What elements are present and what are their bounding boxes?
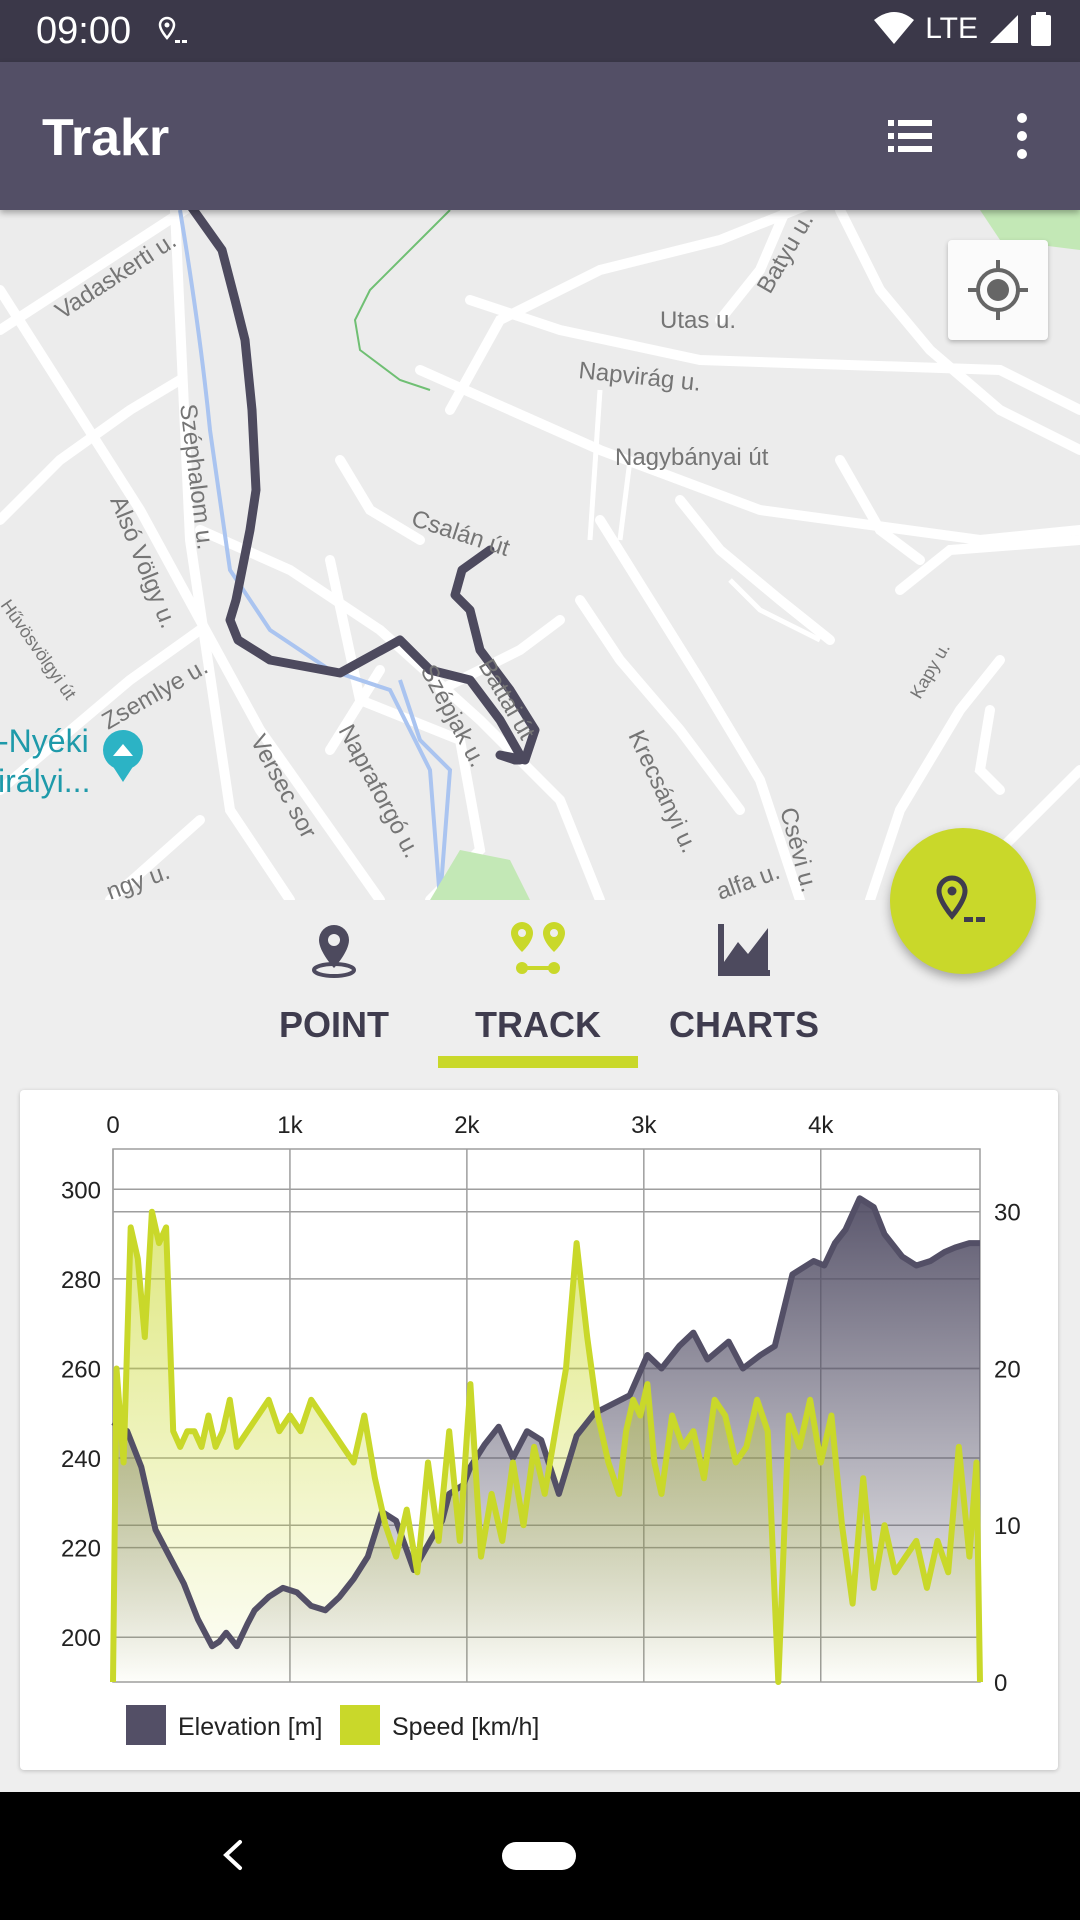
elevation-speed-chart: 0 1k 2k 3k 4k 300 280 260 240 220 200 30 20 10 0 Elevat… <box>61 1112 1021 1745</box>
tab-track[interactable]: TRACK <box>438 900 638 1068</box>
list-icon <box>888 120 932 152</box>
svg-text:Kapy u.: Kapy u. <box>906 639 954 702</box>
signal-icon <box>990 15 1018 43</box>
svg-text:ngy u.: ngy u. <box>103 858 174 900</box>
bottom-panel: POINT TRACK CHARTS 0 1k 2k 3k 4k 300 280 260 240… <box>0 900 1080 1792</box>
my-location-icon <box>968 260 1028 320</box>
legend-label-speed: Speed [km/h] <box>392 1713 539 1741</box>
tab-label: TRACK <box>475 1004 601 1045</box>
tab-label: CHARTS <box>669 1004 819 1045</box>
map-canvas: Vadaskerti u. Batyu u. Utas u. Napvirág … <box>0 210 1080 900</box>
location-marker-icon <box>936 875 985 922</box>
svg-text:Napraforgó u.: Napraforgó u. <box>333 720 426 862</box>
track-icon <box>511 922 565 974</box>
track-list-button[interactable] <box>880 106 940 166</box>
x-tick-label: 1k <box>277 1112 303 1139</box>
map-pin-icon <box>312 925 356 978</box>
y-left-tick-label: 240 <box>61 1446 101 1473</box>
y-left-tick-label: 220 <box>61 1536 101 1563</box>
add-point-fab[interactable] <box>890 828 1036 974</box>
legend-swatch-elevation <box>126 1705 166 1745</box>
svg-text:Utas u.: Utas u. <box>660 307 736 334</box>
svg-text:Nagybányai út: Nagybányai út <box>615 444 769 471</box>
y-left-tick-label: 300 <box>61 1177 101 1204</box>
y-right-tick-label: 20 <box>994 1356 1021 1383</box>
system-nav-bar <box>0 1792 1080 1920</box>
app-bar: Trakr <box>0 62 1080 210</box>
svg-text:-Nyéki: -Nyéki <box>0 723 89 759</box>
x-tick-label: 4k <box>808 1112 834 1139</box>
status-right: LTE <box>873 12 1052 46</box>
status-bar: 09:00 LTE <box>0 0 1080 62</box>
map-label: Vadaskerti u. <box>51 227 182 325</box>
svg-text:Hűvösvölgyi út: Hűvösvölgyi út <box>0 596 80 703</box>
more-vert-icon <box>1017 113 1027 159</box>
svg-text:irályi...: irályi... <box>0 763 90 799</box>
location-status-icon <box>158 16 188 51</box>
y-left-tick-label: 200 <box>61 1625 101 1652</box>
battery-icon <box>1031 12 1051 46</box>
active-tab-indicator <box>438 1056 638 1068</box>
svg-text:Szép­halom u.: Szép­halom u. <box>174 402 219 551</box>
y-left-tick-label: 260 <box>61 1356 101 1383</box>
svg-text:alfa u.: alfa u. <box>713 858 784 900</box>
network-type: LTE <box>925 12 978 45</box>
home-button[interactable] <box>502 1842 576 1870</box>
wifi-icon <box>874 12 915 44</box>
legend-swatch-speed <box>340 1705 380 1745</box>
back-icon[interactable] <box>208 1830 258 1880</box>
y-right-tick-label: 10 <box>994 1513 1021 1540</box>
x-tick-label: 2k <box>454 1112 480 1139</box>
status-time: 09:00 <box>36 10 132 52</box>
overflow-menu-button[interactable] <box>1000 106 1044 166</box>
track-chart-card: 0 1k 2k 3k 4k 300 280 260 240 220 200 30 20 10 0 Elevat… <box>20 1090 1058 1770</box>
x-tick-label: 3k <box>631 1112 657 1139</box>
app-title: Trakr <box>42 109 170 167</box>
svg-text:Csalán út: Csalán út <box>408 505 513 562</box>
legend-label-elevation: Elevation [m] <box>178 1713 323 1741</box>
tab-charts[interactable]: CHARTS <box>644 900 844 1068</box>
y-right-tick-label: 0 <box>994 1670 1007 1697</box>
y-left-tick-label: 280 <box>61 1267 101 1294</box>
my-location-button[interactable] <box>948 240 1048 340</box>
x-tick-label: 0 <box>106 1112 119 1139</box>
poi-marker-icon <box>103 730 143 782</box>
svg-text:Napvirág u.: Napvirág u. <box>577 357 702 397</box>
map-view[interactable]: Vadaskerti u. Batyu u. Utas u. Napvirág … <box>0 210 1080 900</box>
y-right-tick-label: 30 <box>994 1200 1021 1227</box>
tab-point[interactable]: POINT <box>234 900 434 1068</box>
svg-text:Versec sor: Versec sor <box>245 730 322 843</box>
tab-label: POINT <box>278 1004 389 1045</box>
chart-icon <box>718 924 770 976</box>
